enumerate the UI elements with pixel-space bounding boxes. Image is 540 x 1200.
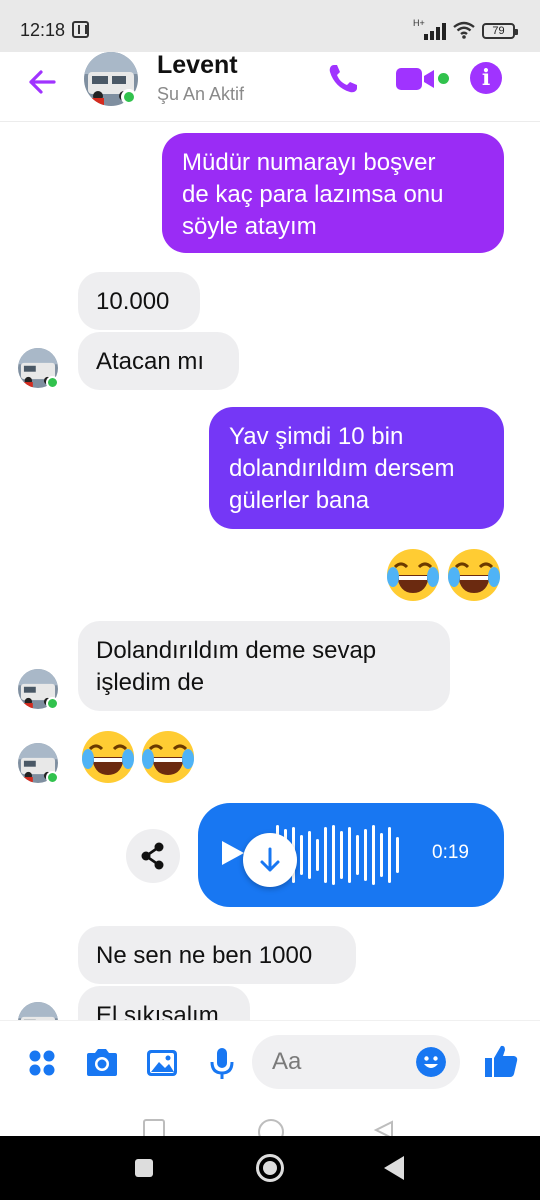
play-icon[interactable] <box>222 841 244 865</box>
status-time: 12:18 <box>20 20 66 40</box>
info-icon[interactable]: i <box>470 62 502 94</box>
ghost-back-icon <box>373 1120 393 1136</box>
video-active-dot <box>438 73 449 84</box>
share-button[interactable] <box>126 829 180 883</box>
message-received[interactable]: Ne sen ne ben 1000 <box>78 926 356 984</box>
battery-icon: 79 <box>482 23 518 39</box>
back-icon[interactable] <box>384 1156 404 1180</box>
phone-icon[interactable] <box>326 62 360 96</box>
laughing-emoji-icon <box>448 549 500 601</box>
chat-header: Levent Şu An Aktif i <box>0 51 540 122</box>
composer-bar <box>0 1020 540 1110</box>
laughing-emoji-icon <box>142 731 194 783</box>
message-received[interactable]: Atacan mı <box>78 332 239 390</box>
arrow-down-icon <box>260 847 280 872</box>
recent-apps-icon[interactable] <box>135 1159 153 1177</box>
messenger-screen: 12:18 H+ 79 Levent Şu An Aktif i Müdür n… <box>0 0 540 1200</box>
voice-duration: 0:19 <box>432 842 469 863</box>
contact-name[interactable]: Levent <box>157 51 238 80</box>
online-indicator <box>121 89 137 105</box>
apps-grid-icon[interactable] <box>24 1045 60 1081</box>
message-received[interactable]: Dolandırıldım deme sevap işledim de <box>78 621 450 711</box>
message-received[interactable]: 10.000 <box>78 272 200 330</box>
microphone-icon[interactable] <box>204 1045 240 1081</box>
message-received[interactable]: El sıkışalım <box>78 986 250 1020</box>
back-arrow-icon[interactable] <box>24 64 60 100</box>
laughing-emoji-icon <box>387 549 439 601</box>
system-navigation-bar <box>0 1136 540 1200</box>
video-call-icon[interactable] <box>396 66 436 92</box>
online-indicator <box>46 697 59 710</box>
laughing-emoji-icon <box>82 731 134 783</box>
nfc-icon <box>72 21 89 38</box>
gallery-icon[interactable] <box>144 1045 180 1081</box>
signal-icon <box>414 22 446 40</box>
online-indicator <box>46 376 59 389</box>
ghost-square-icon <box>143 1119 165 1136</box>
online-indicator <box>46 771 59 784</box>
home-icon[interactable] <box>256 1154 284 1182</box>
like-thumb-icon[interactable] <box>482 1042 520 1080</box>
contact-status: Şu An Aktif <box>157 84 245 104</box>
camera-icon[interactable] <box>84 1045 120 1081</box>
status-bar: 12:18 H+ 79 <box>0 0 540 52</box>
message-sent[interactable]: Yav şimdi 10 bin dolandırıldım dersem gü… <box>209 407 504 529</box>
sender-avatar[interactable] <box>18 1002 58 1020</box>
emoji-picker-icon[interactable] <box>416 1047 446 1077</box>
message-list[interactable]: Müdür numarayı boşver de kaç para lazıms… <box>0 123 540 1020</box>
share-icon <box>141 842 164 870</box>
ghost-circle-icon <box>258 1119 284 1136</box>
wifi-icon <box>453 21 475 39</box>
scroll-down-button[interactable] <box>243 833 297 887</box>
message-sent[interactable]: Müdür numarayı boşver de kaç para lazıms… <box>162 133 504 253</box>
ghost-navigation <box>0 1110 540 1136</box>
